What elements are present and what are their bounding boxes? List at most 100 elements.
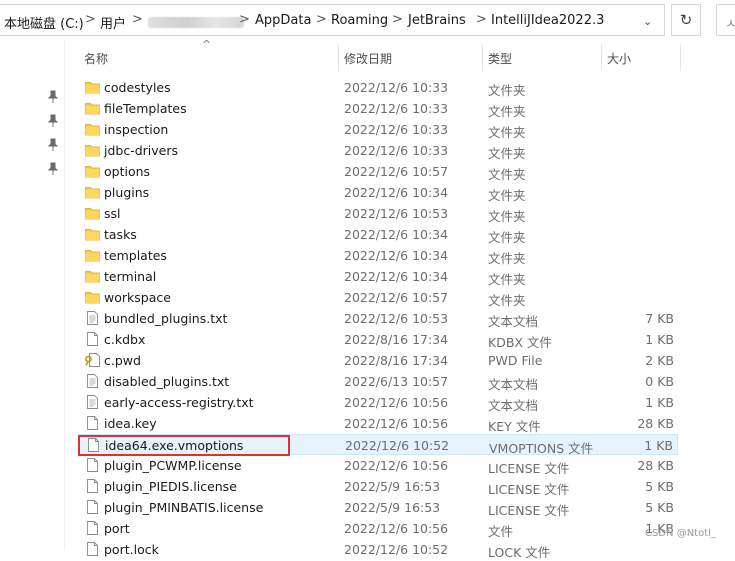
column-divider[interactable] [601,44,602,71]
pin-icon[interactable] [48,162,58,176]
breadcrumb-username-redacted[interactable] [148,17,244,28]
file-row[interactable]: jdbc-drivers 2022/12/6 10:33 文件夹 [78,140,678,161]
file-type: 文件夹 [488,167,526,182]
file-row[interactable]: bundled_plugins.txt 2022/12/6 10:53 文本文档 7 … [78,308,678,329]
column-header-size[interactable]: 大小 [607,50,631,67]
file-size: 0 KB [645,374,674,389]
file-type: PWD File [488,353,543,368]
folder-icon [85,143,100,157]
column-header-type[interactable]: 类型 [488,50,512,67]
file-modified-date: 2022/12/6 10:33 [344,80,449,95]
file-icon [85,416,100,430]
search-input[interactable]: ㅅ [716,4,735,36]
file-modified-date: 2022/12/6 10:34 [344,269,449,284]
file-modified-date: 2022/12/6 10:33 [344,122,449,137]
file-row[interactable]: c.kdbx 2022/8/16 17:34 KDBX 文件 1 KB [78,329,678,350]
chevron-right-icon[interactable]: > [476,12,487,27]
file-name: jdbc-drivers [104,143,179,158]
file-size: 1 KB [645,395,674,410]
file-type: KEY 文件 [488,419,541,434]
file-modified-date: 2022/5/9 16:53 [344,479,441,494]
file-row[interactable]: ssl 2022/12/6 10:53 文件夹 [78,203,678,224]
file-name: ssl [104,206,121,221]
file-size: 7 KB [645,311,674,326]
column-divider[interactable] [482,44,483,71]
file-row[interactable]: options 2022/12/6 10:57 文件夹 [78,161,678,182]
file-name: inspection [104,122,169,137]
file-icon [85,521,100,535]
file-row[interactable]: plugin_PIEDIS.license 2022/5/9 16:53 LICEN… [78,476,678,497]
file-type: 文件 [488,524,514,539]
file-row[interactable]: templates 2022/12/6 10:34 文件夹 [78,245,678,266]
breadcrumb-drive[interactable]: 本地磁盘 (C:) [4,13,84,32]
file-name: fileTemplates [104,101,187,116]
file-name: c.kdbx [104,332,146,347]
file-modified-date: 2022/12/6 10:33 [344,143,449,158]
file-icon [85,542,100,556]
file-row[interactable]: fileTemplates 2022/12/6 10:33 文件夹 [78,98,678,119]
chevron-right-icon[interactable]: > [392,12,403,27]
file-row[interactable]: idea.key 2022/12/6 10:56 KEY 文件 28 KB [78,413,678,434]
file-modified-date: 2022/12/6 10:56 [344,521,449,536]
file-modified-date: 2022/12/6 10:34 [344,185,449,200]
breadcrumb-jetbrains[interactable]: JetBrains [408,13,466,28]
chevron-right-icon[interactable]: > [132,12,143,27]
column-header-name[interactable]: 名称 [84,50,108,67]
file-name: idea.key [104,416,157,431]
file-modified-date: 2022/12/6 10:56 [344,416,449,431]
file-type: 文件夹 [488,188,526,203]
file-row[interactable]: plugin_PMINBATIS.license 2022/5/9 16:53 LI… [78,497,678,518]
file-modified-date: 2022/8/16 17:34 [344,332,449,347]
file-row[interactable]: c.pwd 2022/8/16 17:34 PWD File 2 KB [78,350,678,371]
chevron-right-icon[interactable]: > [85,12,96,27]
folder-icon [85,80,100,94]
search-placeholder: ㅅ [725,17,735,32]
chevron-down-icon[interactable]: ⌄ [643,15,652,28]
file-row[interactable]: port 2022/12/6 10:56 文件 1 KB [78,518,678,539]
breadcrumb-users[interactable]: 用户 [100,13,126,32]
file-icon [85,458,100,472]
file-type: 文件夹 [488,104,526,119]
file-size: 2 KB [645,353,674,368]
navigation-pane[interactable] [0,40,65,550]
file-row[interactable]: disabled_plugins.txt 2022/6/13 10:57 文本文档 0… [78,371,678,392]
breadcrumb-intellijidea[interactable]: IntelliJIdea2022.3 [491,13,604,28]
file-row[interactable]: terminal 2022/12/6 10:34 文件夹 [78,266,678,287]
file-icon [85,332,100,346]
file-size: 1 KB [645,332,674,347]
folder-icon [85,290,100,304]
file-name: terminal [104,269,157,284]
address-bar[interactable]: 本地磁盘 (C:) > 用户 > > AppData > Roaming > J… [0,4,665,36]
file-row[interactable]: inspection 2022/12/6 10:33 文件夹 [78,119,678,140]
folder-icon [85,248,100,262]
file-icon [85,500,100,514]
column-divider[interactable] [338,44,339,71]
chevron-right-icon[interactable]: > [239,12,250,27]
file-row[interactable]: early-access-registry.txt 2022/12/6 10:56… [78,392,678,413]
file-row[interactable]: codestyles 2022/12/6 10:33 文件夹 [78,77,678,98]
pin-icon[interactable] [48,138,58,152]
chevron-right-icon[interactable]: > [316,12,327,27]
file-modified-date: 2022/12/6 10:56 [344,458,449,473]
refresh-button[interactable]: ↻ [671,4,701,36]
file-size: 5 KB [645,479,674,494]
file-size: 28 KB [637,458,674,473]
pin-icon[interactable] [48,90,58,104]
pin-icon[interactable] [48,114,58,128]
column-header-date[interactable]: 修改日期 [344,50,392,67]
column-divider[interactable] [680,44,681,71]
breadcrumb-appdata[interactable]: AppData [255,13,311,28]
folder-icon [85,164,100,178]
breadcrumb-roaming[interactable]: Roaming [331,13,388,28]
file-modified-date: 2022/12/6 10:53 [344,311,449,326]
folder-icon [85,122,100,136]
file-modified-date: 2022/8/16 17:34 [344,353,449,368]
file-row[interactable]: tasks 2022/12/6 10:34 文件夹 [78,224,678,245]
file-type: 文件夹 [488,272,526,287]
file-row[interactable]: plugin_PCWMP.license 2022/12/6 10:56 LICEN… [78,455,678,476]
file-name: options [104,164,151,179]
file-type: KDBX 文件 [488,335,552,350]
text-file-icon [85,311,100,325]
file-row[interactable]: workspace 2022/12/6 10:57 文件夹 [78,287,678,308]
file-row[interactable]: plugins 2022/12/6 10:34 文件夹 [78,182,678,203]
